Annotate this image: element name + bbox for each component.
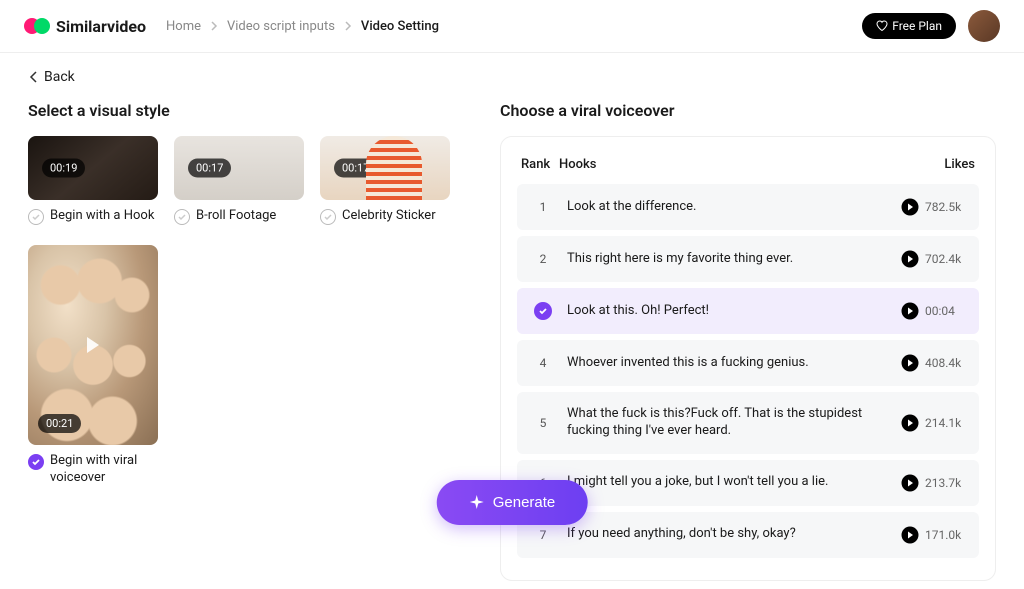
rank-number: 7 [527, 528, 559, 542]
play-icon[interactable] [901, 198, 919, 216]
crumb-setting: Video Setting [361, 19, 439, 34]
hook-text: Look at the difference. [559, 199, 901, 216]
rank-number: 4 [527, 356, 559, 370]
duration-text: 00:04 [919, 304, 969, 318]
style-card-broll[interactable]: 00:17 B-roll Footage [174, 136, 304, 225]
style-label: Begin with viral voiceover [50, 453, 158, 487]
play-icon[interactable] [901, 354, 919, 372]
chevron-right-icon [209, 21, 219, 31]
breadcrumb: Home Video script inputs Video Setting [166, 19, 439, 34]
style-thumb: 00:19 [28, 136, 158, 200]
likes-count: 408.4k [919, 356, 969, 370]
brand-name: Similarvideo [56, 17, 146, 36]
radio-unselected[interactable] [174, 209, 190, 225]
sparkle-icon [469, 495, 485, 511]
back-button[interactable]: Back [0, 53, 1024, 93]
radio-unselected[interactable] [320, 209, 336, 225]
chevron-left-icon [28, 71, 40, 83]
voiceover-row[interactable]: 2 This right here is my favorite thing e… [517, 236, 979, 282]
style-label: B-roll Footage [196, 208, 276, 225]
duration-badge: 00:21 [38, 414, 81, 433]
voiceover-row-selected[interactable]: Look at this. Oh! Perfect! 00:04 [517, 288, 979, 334]
voiceover-row[interactable]: 5 What the fuck is this?Fuck off. That i… [517, 392, 979, 454]
avatar[interactable] [968, 10, 1000, 42]
generate-button[interactable]: Generate [437, 480, 588, 525]
play-icon [87, 337, 99, 353]
play-icon[interactable] [901, 302, 919, 320]
duration-badge: 00:19 [42, 159, 85, 178]
play-icon[interactable] [901, 474, 919, 492]
radio-unselected[interactable] [28, 209, 44, 225]
voiceover-title: Choose a viral voiceover [500, 101, 996, 120]
hook-text: Look at this. Oh! Perfect! [559, 303, 901, 320]
voiceover-row[interactable]: 4 Whoever invented this is a fucking gen… [517, 340, 979, 386]
play-icon[interactable] [901, 250, 919, 268]
preview-thumb[interactable]: 00:21 [28, 245, 158, 445]
likes-count: 214.1k [919, 416, 969, 430]
rank-number: 1 [527, 200, 559, 214]
voiceover-row[interactable]: 1 Look at the difference. 782.5k [517, 184, 979, 230]
likes-count: 213.7k [919, 476, 969, 490]
voiceover-header: Rank Hooks Likes [517, 149, 979, 184]
style-thumb: 00:17 [174, 136, 304, 200]
style-label: Begin with a Hook [50, 208, 154, 225]
likes-count: 702.4k [919, 252, 969, 266]
col-likes: Likes [915, 157, 975, 172]
rank-number: 2 [527, 252, 559, 266]
logo-mark [24, 18, 50, 34]
col-rank: Rank [521, 157, 559, 172]
check-icon [527, 302, 559, 320]
style-thumb: 00:17 [320, 136, 450, 200]
hook-text: If you need anything, don't be shy, okay… [559, 526, 901, 543]
free-plan-badge[interactable]: Free Plan [862, 13, 956, 39]
hook-text: What the fuck is this?Fuck off. That is … [559, 406, 901, 440]
visual-style-title: Select a visual style [28, 101, 468, 120]
brand-logo[interactable]: Similarvideo [24, 17, 146, 36]
hook-text: This right here is my favorite thing eve… [559, 251, 901, 268]
crumb-inputs[interactable]: Video script inputs [227, 19, 335, 34]
style-card-hook[interactable]: 00:19 Begin with a Hook [28, 136, 158, 225]
crumb-home[interactable]: Home [166, 19, 201, 34]
rank-number: 5 [527, 416, 559, 430]
hook-text: Whoever invented this is a fucking geniu… [559, 355, 901, 372]
duration-badge: 00:17 [334, 159, 377, 178]
radio-selected[interactable] [28, 454, 44, 470]
app-header: Similarvideo Home Video script inputs Vi… [0, 0, 1024, 53]
chevron-right-icon [343, 21, 353, 31]
play-icon[interactable] [901, 414, 919, 432]
style-card-viral-voiceover[interactable]: 00:21 Begin with viral voiceover [28, 245, 158, 487]
hook-text: I might tell you a joke, but I won't tel… [559, 474, 901, 491]
duration-badge: 00:17 [188, 159, 231, 178]
play-icon[interactable] [901, 526, 919, 544]
voiceover-row[interactable]: 7 If you need anything, don't be shy, ok… [517, 512, 979, 558]
likes-count: 782.5k [919, 200, 969, 214]
likes-count: 171.0k [919, 528, 969, 542]
heart-icon [876, 20, 888, 32]
style-card-celebrity[interactable]: 00:17 Celebrity Sticker [320, 136, 450, 225]
style-label: Celebrity Sticker [342, 208, 436, 225]
col-hooks: Hooks [559, 157, 915, 172]
